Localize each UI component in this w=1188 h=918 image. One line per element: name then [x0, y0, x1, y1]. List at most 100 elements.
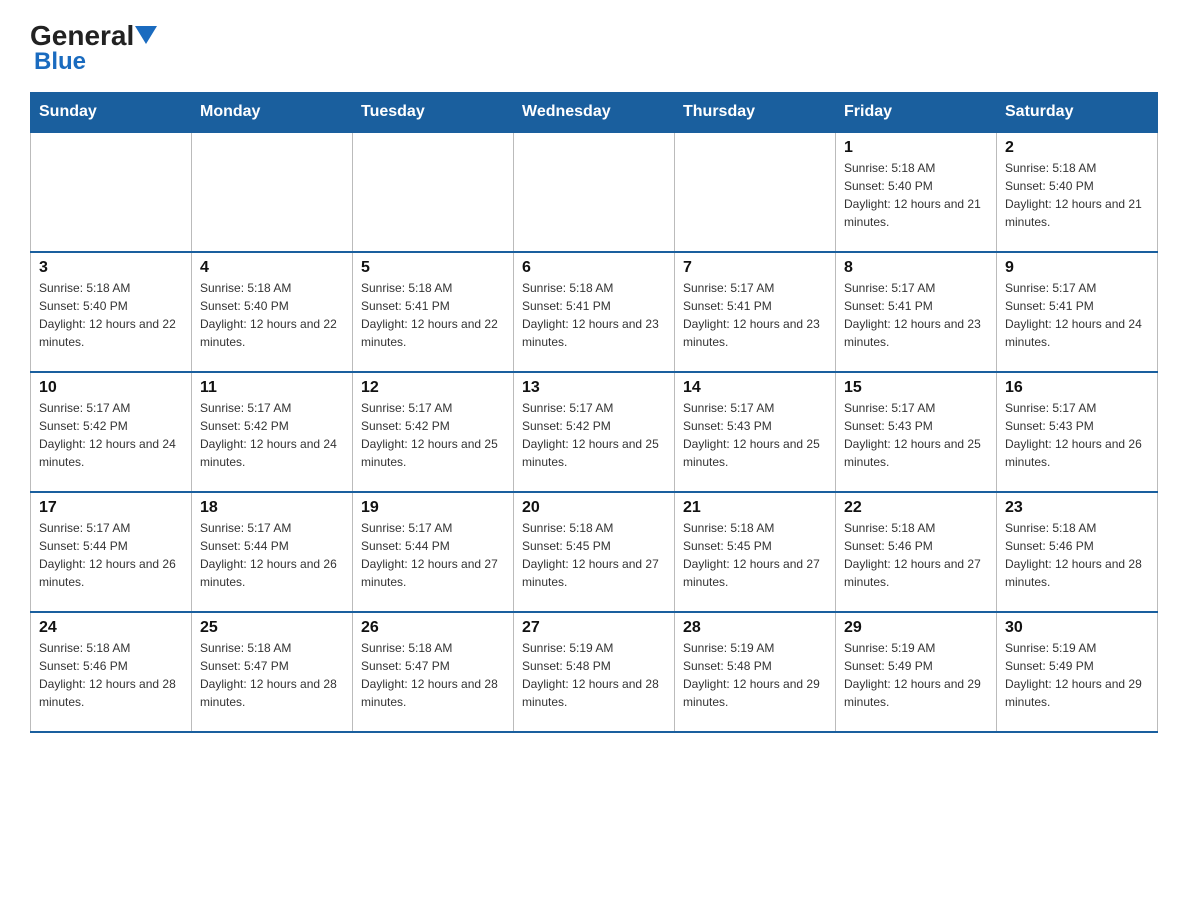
- calendar-cell: 27 Sunrise: 5:19 AM Sunset: 5:48 PM Dayli…: [514, 612, 675, 732]
- calendar-cell: 17Sunrise: 5:17 AM Sunset: 5:44 PM Dayli…: [31, 492, 192, 612]
- calendar-header-sunday: Sunday: [31, 93, 192, 133]
- calendar-cell: 1 Sunrise: 5:18 AM Sunset: 5:40 PM Daylig…: [836, 132, 997, 252]
- calendar-week-row: 10 Sunrise: 5:17 AM Sunset: 5:42 PM Dayli…: [31, 372, 1158, 492]
- calendar-header-thursday: Thursday: [675, 93, 836, 133]
- day-info: Sunrise: 5:18 AM Sunset: 5:40 PM Dayligh…: [1005, 159, 1149, 231]
- day-number: 9: [1005, 259, 1149, 277]
- calendar-cell: 9 Sunrise: 5:17 AM Sunset: 5:41 PM Daylig…: [997, 252, 1158, 372]
- day-number: 10: [39, 379, 183, 397]
- day-number: 12: [361, 379, 505, 397]
- day-number: 18: [200, 499, 344, 517]
- day-number: 4: [200, 259, 344, 277]
- calendar-cell: 3 Sunrise: 5:18 AM Sunset: 5:40 PM Daylig…: [31, 252, 192, 372]
- day-number: 1: [844, 139, 988, 157]
- day-info: Sunrise: 5:17 AM Sunset: 5:43 PM Dayligh…: [683, 399, 827, 471]
- calendar-cell: 4Sunrise: 5:18 AM Sunset: 5:40 PM Daylig…: [192, 252, 353, 372]
- day-number: 19: [361, 499, 505, 517]
- calendar-header-friday: Friday: [836, 93, 997, 133]
- day-number: 15: [844, 379, 988, 397]
- day-number: 5: [361, 259, 505, 277]
- calendar-cell: [514, 132, 675, 252]
- day-number: 8: [844, 259, 988, 277]
- calendar-cell: 7Sunrise: 5:17 AM Sunset: 5:41 PM Daylig…: [675, 252, 836, 372]
- day-info: Sunrise: 5:17 AM Sunset: 5:43 PM Dayligh…: [844, 399, 988, 471]
- day-number: 7: [683, 259, 827, 277]
- day-info: Sunrise: 5:19 AM Sunset: 5:49 PM Dayligh…: [844, 639, 988, 711]
- page-header: General Blue: [30, 20, 1158, 76]
- calendar-cell: 5 Sunrise: 5:18 AM Sunset: 5:41 PM Daylig…: [353, 252, 514, 372]
- calendar-cell: 6Sunrise: 5:18 AM Sunset: 5:41 PM Daylig…: [514, 252, 675, 372]
- calendar-cell: 16 Sunrise: 5:17 AM Sunset: 5:43 PM Dayli…: [997, 372, 1158, 492]
- day-number: 6: [522, 259, 666, 277]
- calendar-cell: 23 Sunrise: 5:18 AM Sunset: 5:46 PM Dayli…: [997, 492, 1158, 612]
- calendar-cell: 26Sunrise: 5:18 AM Sunset: 5:47 PM Dayli…: [353, 612, 514, 732]
- day-number: 20: [522, 499, 666, 517]
- calendar-cell: 13 Sunrise: 5:17 AM Sunset: 5:42 PM Dayli…: [514, 372, 675, 492]
- day-info: Sunrise: 5:17 AM Sunset: 5:42 PM Dayligh…: [522, 399, 666, 471]
- day-number: 14: [683, 379, 827, 397]
- day-info: Sunrise: 5:18 AM Sunset: 5:40 PM Dayligh…: [39, 279, 183, 351]
- day-info: Sunrise: 5:18 AM Sunset: 5:46 PM Dayligh…: [1005, 519, 1149, 591]
- day-info: Sunrise: 5:17 AM Sunset: 5:41 PM Dayligh…: [1005, 279, 1149, 351]
- day-number: 21: [683, 499, 827, 517]
- day-info: Sunrise: 5:18 AM Sunset: 5:47 PM Dayligh…: [361, 639, 505, 711]
- day-info: Sunrise: 5:17 AM Sunset: 5:42 PM Dayligh…: [361, 399, 505, 471]
- day-info: Sunrise: 5:17 AM Sunset: 5:43 PM Dayligh…: [1005, 399, 1149, 471]
- day-info: Sunrise: 5:18 AM Sunset: 5:46 PM Dayligh…: [844, 519, 988, 591]
- calendar-week-row: 3 Sunrise: 5:18 AM Sunset: 5:40 PM Daylig…: [31, 252, 1158, 372]
- day-number: 3: [39, 259, 183, 277]
- day-number: 2: [1005, 139, 1149, 157]
- day-info: Sunrise: 5:18 AM Sunset: 5:45 PM Dayligh…: [683, 519, 827, 591]
- day-info: Sunrise: 5:17 AM Sunset: 5:42 PM Dayligh…: [39, 399, 183, 471]
- day-info: Sunrise: 5:18 AM Sunset: 5:46 PM Dayligh…: [39, 639, 183, 711]
- calendar-header-tuesday: Tuesday: [353, 93, 514, 133]
- day-number: 28: [683, 619, 827, 637]
- logo-triangle-icon: [135, 26, 157, 48]
- logo: General Blue: [30, 20, 157, 76]
- calendar-cell: [31, 132, 192, 252]
- day-info: Sunrise: 5:17 AM Sunset: 5:44 PM Dayligh…: [361, 519, 505, 591]
- calendar-cell: 22 Sunrise: 5:18 AM Sunset: 5:46 PM Dayli…: [836, 492, 997, 612]
- day-number: 27: [522, 619, 666, 637]
- logo-blue-text: Blue: [34, 48, 86, 76]
- day-info: Sunrise: 5:17 AM Sunset: 5:41 PM Dayligh…: [844, 279, 988, 351]
- calendar-cell: 19 Sunrise: 5:17 AM Sunset: 5:44 PM Dayli…: [353, 492, 514, 612]
- calendar-cell: 24Sunrise: 5:18 AM Sunset: 5:46 PM Dayli…: [31, 612, 192, 732]
- calendar-cell: 18 Sunrise: 5:17 AM Sunset: 5:44 PM Dayli…: [192, 492, 353, 612]
- day-number: 29: [844, 619, 988, 637]
- day-number: 23: [1005, 499, 1149, 517]
- calendar-cell: 14 Sunrise: 5:17 AM Sunset: 5:43 PM Dayli…: [675, 372, 836, 492]
- day-number: 13: [522, 379, 666, 397]
- day-number: 30: [1005, 619, 1149, 637]
- calendar-week-row: 24Sunrise: 5:18 AM Sunset: 5:46 PM Dayli…: [31, 612, 1158, 732]
- calendar-table: SundayMondayTuesdayWednesdayThursdayFrid…: [30, 92, 1158, 733]
- calendar-header-monday: Monday: [192, 93, 353, 133]
- day-info: Sunrise: 5:18 AM Sunset: 5:45 PM Dayligh…: [522, 519, 666, 591]
- day-info: Sunrise: 5:19 AM Sunset: 5:48 PM Dayligh…: [683, 639, 827, 711]
- calendar-cell: 25Sunrise: 5:18 AM Sunset: 5:47 PM Dayli…: [192, 612, 353, 732]
- calendar-cell: 29 Sunrise: 5:19 AM Sunset: 5:49 PM Dayli…: [836, 612, 997, 732]
- calendar-header-saturday: Saturday: [997, 93, 1158, 133]
- calendar-cell: [675, 132, 836, 252]
- day-info: Sunrise: 5:17 AM Sunset: 5:42 PM Dayligh…: [200, 399, 344, 471]
- day-info: Sunrise: 5:18 AM Sunset: 5:47 PM Dayligh…: [200, 639, 344, 711]
- calendar-cell: 12 Sunrise: 5:17 AM Sunset: 5:42 PM Dayli…: [353, 372, 514, 492]
- calendar-cell: 21 Sunrise: 5:18 AM Sunset: 5:45 PM Dayli…: [675, 492, 836, 612]
- day-info: Sunrise: 5:18 AM Sunset: 5:40 PM Dayligh…: [844, 159, 988, 231]
- calendar-cell: 11 Sunrise: 5:17 AM Sunset: 5:42 PM Dayli…: [192, 372, 353, 492]
- calendar-week-row: 1 Sunrise: 5:18 AM Sunset: 5:40 PM Daylig…: [31, 132, 1158, 252]
- day-number: 16: [1005, 379, 1149, 397]
- calendar-cell: 2 Sunrise: 5:18 AM Sunset: 5:40 PM Daylig…: [997, 132, 1158, 252]
- day-number: 11: [200, 379, 344, 397]
- day-info: Sunrise: 5:19 AM Sunset: 5:49 PM Dayligh…: [1005, 639, 1149, 711]
- calendar-cell: 10 Sunrise: 5:17 AM Sunset: 5:42 PM Dayli…: [31, 372, 192, 492]
- day-info: Sunrise: 5:17 AM Sunset: 5:44 PM Dayligh…: [200, 519, 344, 591]
- calendar-cell: 20 Sunrise: 5:18 AM Sunset: 5:45 PM Dayli…: [514, 492, 675, 612]
- calendar-cell: [192, 132, 353, 252]
- calendar-header-row: SundayMondayTuesdayWednesdayThursdayFrid…: [31, 93, 1158, 133]
- day-number: 22: [844, 499, 988, 517]
- day-info: Sunrise: 5:19 AM Sunset: 5:48 PM Dayligh…: [522, 639, 666, 711]
- calendar-week-row: 17Sunrise: 5:17 AM Sunset: 5:44 PM Dayli…: [31, 492, 1158, 612]
- day-info: Sunrise: 5:18 AM Sunset: 5:41 PM Dayligh…: [361, 279, 505, 351]
- calendar-header-wednesday: Wednesday: [514, 93, 675, 133]
